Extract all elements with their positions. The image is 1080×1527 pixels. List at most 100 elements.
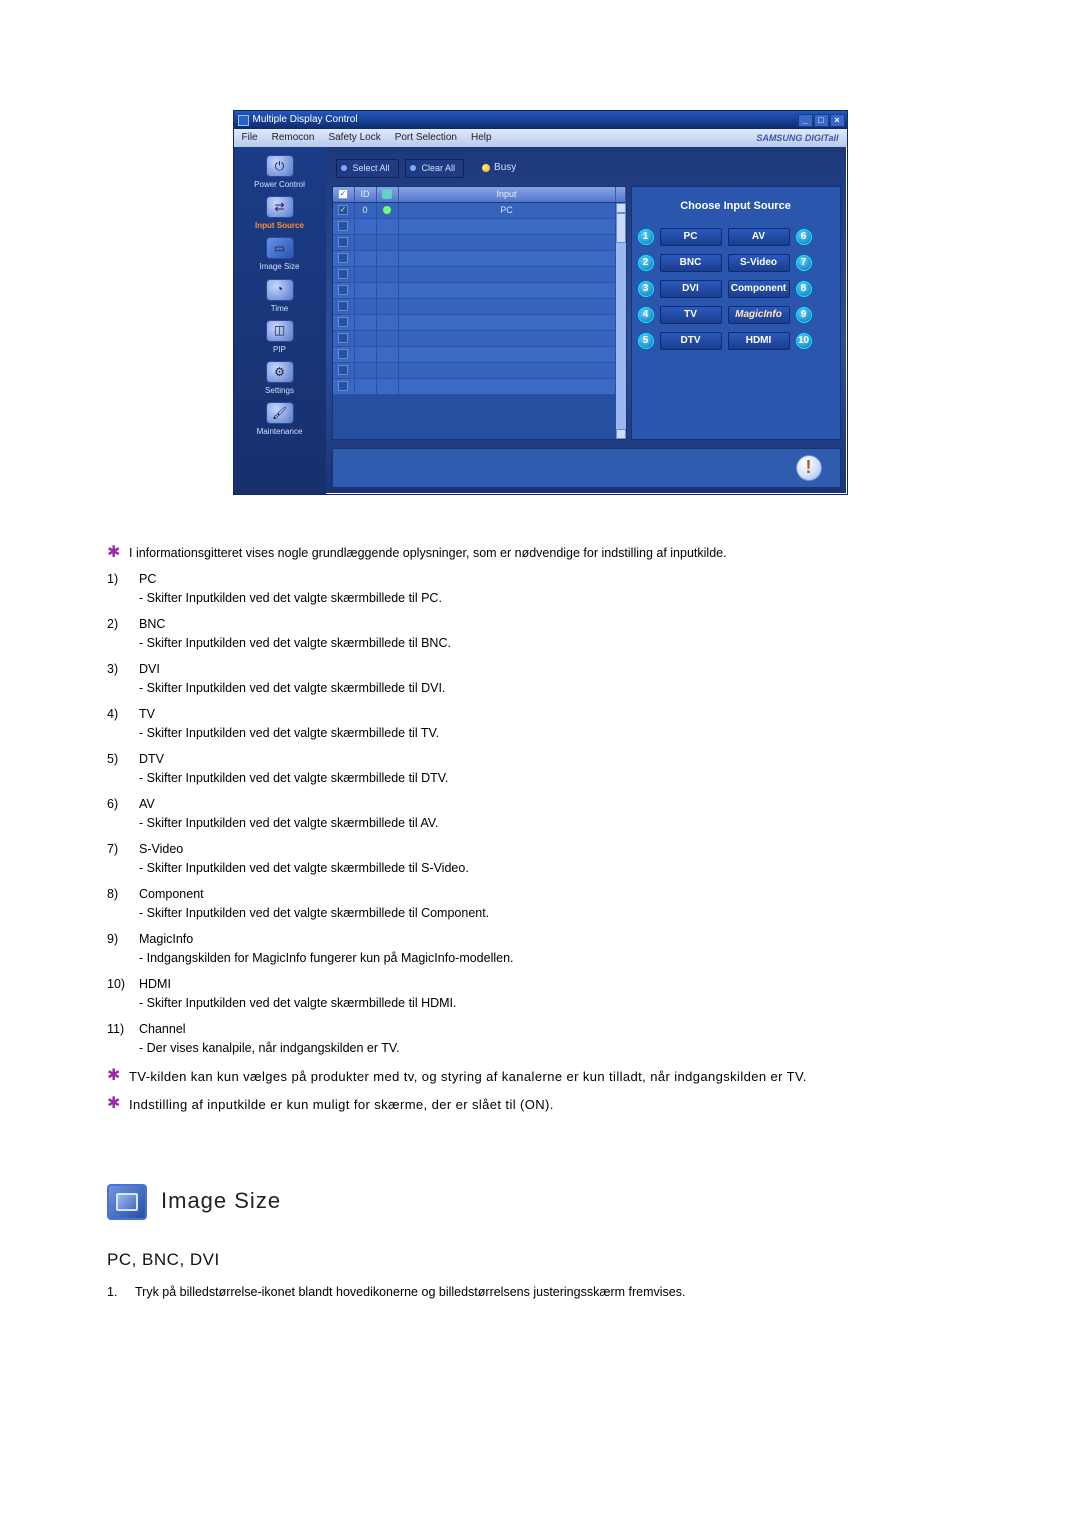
input-source-dvi-button[interactable]: DVI <box>660 280 722 298</box>
select-all-button[interactable]: Select All <box>336 159 399 178</box>
row-id-cell <box>355 315 377 330</box>
row-checkbox-cell[interactable] <box>333 379 355 394</box>
check-all-icon[interactable]: ✓ <box>338 189 348 199</box>
window-minimize-button[interactable]: _ <box>798 114 813 127</box>
row-checkbox[interactable] <box>338 365 348 375</box>
grid-row[interactable] <box>333 315 626 331</box>
row-status-cell <box>377 299 399 314</box>
sidebar-item-settings[interactable]: ⚙ Settings <box>238 359 322 398</box>
scroll-thumb[interactable] <box>616 213 626 243</box>
list-item-number: 9) <box>107 931 129 968</box>
row-checkbox[interactable] <box>338 205 348 215</box>
input-source-dtv-button[interactable]: DTV <box>660 332 722 350</box>
bottom-bar: ! <box>332 448 841 488</box>
row-checkbox[interactable] <box>338 253 348 263</box>
grid-row[interactable] <box>333 379 626 395</box>
list-item-number: 4) <box>107 706 129 743</box>
grid-row[interactable] <box>333 251 626 267</box>
row-checkbox[interactable] <box>338 333 348 343</box>
window-close-button[interactable]: × <box>830 114 845 127</box>
list-item: 8)Component- Skifter Inputkilden ved det… <box>107 886 995 923</box>
list-item-body: Channel- Der vises kanalpile, når indgan… <box>139 1021 995 1058</box>
grid-row[interactable] <box>333 299 626 315</box>
row-checkbox[interactable] <box>338 269 348 279</box>
row-checkbox-cell[interactable] <box>333 203 355 218</box>
list-item-body: S-Video- Skifter Inputkilden ved det val… <box>139 841 995 878</box>
row-checkbox-cell[interactable] <box>333 267 355 282</box>
input-source-tv-button[interactable]: TV <box>660 306 722 324</box>
row-checkbox[interactable] <box>338 237 348 247</box>
sidebar-item-time[interactable]: ◔ Time <box>238 277 322 316</box>
grid-row[interactable] <box>333 347 626 363</box>
row-checkbox-cell[interactable] <box>333 219 355 234</box>
grid-row[interactable] <box>333 219 626 235</box>
grid-row[interactable] <box>333 283 626 299</box>
callout-badge-5: 5 <box>638 333 654 349</box>
menu-help[interactable]: Help <box>471 131 492 145</box>
grid-col-id: ID <box>355 187 377 202</box>
row-checkbox-cell[interactable] <box>333 363 355 378</box>
list-item: 3)DVI- Skifter Inputkilden ved det valgt… <box>107 661 995 698</box>
scroll-down-icon[interactable] <box>616 429 626 439</box>
star-icon: ✱ <box>107 1068 121 1086</box>
callout-badge-3: 3 <box>638 281 654 297</box>
row-checkbox-cell[interactable] <box>333 235 355 250</box>
power-icon: ⏻ <box>266 155 294 177</box>
grid-row[interactable] <box>333 331 626 347</box>
row-checkbox-cell[interactable] <box>333 331 355 346</box>
row-checkbox-cell[interactable] <box>333 251 355 266</box>
row-id-cell <box>355 347 377 362</box>
menu-file[interactable]: File <box>242 131 258 145</box>
scroll-up-icon[interactable] <box>616 203 626 213</box>
clear-all-button[interactable]: Clear All <box>405 159 465 178</box>
row-checkbox[interactable] <box>338 285 348 295</box>
grid-row[interactable] <box>333 235 626 251</box>
menu-safety-lock[interactable]: Safety Lock <box>328 131 380 145</box>
input-source-component-button[interactable]: Component <box>728 280 790 298</box>
row-id-cell <box>355 283 377 298</box>
row-checkbox-cell[interactable] <box>333 299 355 314</box>
row-checkbox-cell[interactable] <box>333 315 355 330</box>
row-checkbox[interactable] <box>338 221 348 231</box>
sidebar-item-power-control[interactable]: ⏻ Power Control <box>238 153 322 192</box>
image-size-section-icon <box>107 1184 147 1220</box>
input-source-panel: Choose Input Source 1PCAV62BNCS-Video73D… <box>631 186 841 440</box>
list-item-number: 8) <box>107 886 129 923</box>
grid-row[interactable] <box>333 363 626 379</box>
list-item-label: MagicInfo <box>139 931 995 949</box>
row-id-cell: 0 <box>355 203 377 218</box>
input-source-av-button[interactable]: AV <box>728 228 790 246</box>
list-item-number: 6) <box>107 796 129 833</box>
row-checkbox-cell[interactable] <box>333 347 355 362</box>
numbered-list: 1)PC- Skifter Inputkilden ved det valgte… <box>107 571 995 1058</box>
input-source-pc-button[interactable]: PC <box>660 228 722 246</box>
list-item-number: 5) <box>107 751 129 788</box>
star-note-2: Indstilling af inputkilde er kun muligt … <box>129 1096 554 1114</box>
input-source-svideo-button[interactable]: S-Video <box>728 254 790 272</box>
list-item-body: PC- Skifter Inputkilden ved det valgte s… <box>139 571 995 608</box>
row-checkbox[interactable] <box>338 317 348 327</box>
row-checkbox[interactable] <box>338 381 348 391</box>
menu-remocon[interactable]: Remocon <box>272 131 315 145</box>
row-checkbox[interactable] <box>338 301 348 311</box>
window-maximize-button[interactable]: □ <box>814 114 829 127</box>
row-input-cell <box>399 347 616 362</box>
row-checkbox-cell[interactable] <box>333 283 355 298</box>
sidebar-item-maintenance[interactable]: 🖌 Maintenance <box>238 400 322 439</box>
input-source-hdmi-button[interactable]: HDMI <box>728 332 790 350</box>
row-id-cell <box>355 331 377 346</box>
grid-scrollbar[interactable] <box>616 203 626 439</box>
grid-row[interactable] <box>333 267 626 283</box>
sidebar-item-image-size[interactable]: ▭ Image Size <box>238 235 322 274</box>
list-item: 9) MagicInfo- Indgangskilden for MagicInf… <box>107 931 995 968</box>
menu-port-selection[interactable]: Port Selection <box>395 131 457 145</box>
grid-row[interactable]: 0PC <box>333 203 626 219</box>
callout-badge-2: 2 <box>638 255 654 271</box>
sidebar-item-input-source[interactable]: ⇄ Input Source <box>238 194 322 233</box>
list-item-desc: - Indgangskilden for MagicInfo fungerer … <box>139 950 995 968</box>
list-item: 10)HDMI- Skifter Inputkilden ved det val… <box>107 976 995 1013</box>
sidebar-item-pip[interactable]: ◫ PIP <box>238 318 322 357</box>
input-source-magicinfo-button[interactable]: MagicInfo <box>728 306 790 324</box>
input-source-bnc-button[interactable]: BNC <box>660 254 722 272</box>
row-checkbox[interactable] <box>338 349 348 359</box>
